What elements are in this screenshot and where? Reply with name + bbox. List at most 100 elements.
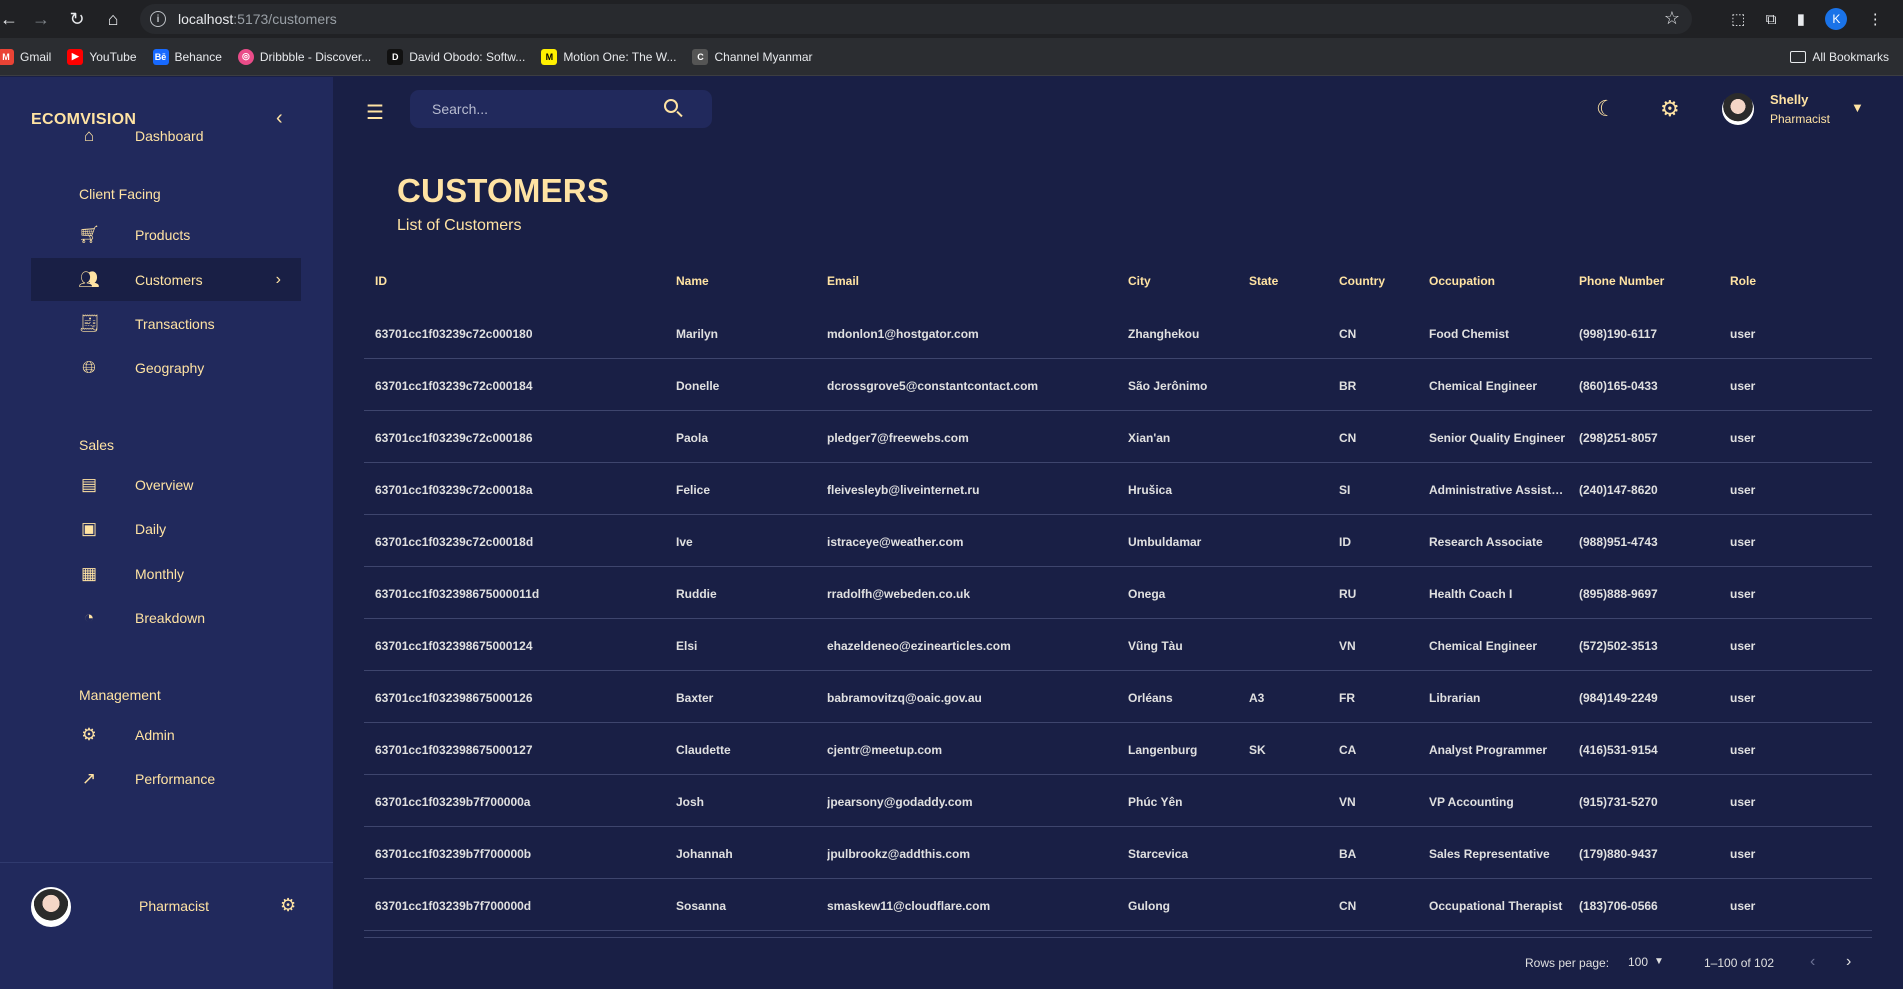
cell-email: jpulbrookz@addthis.com	[827, 847, 971, 861]
table-row[interactable]: 63701cc1f032398675000126 Baxter babramovit…	[364, 671, 1872, 723]
cell-country: BA	[1339, 847, 1357, 861]
back-arrow-icon[interactable]: ←	[0, 2, 26, 36]
arrow-drop-down-icon[interactable]: ▼	[1654, 956, 1664, 967]
puzzle-icon[interactable]: ⧉	[1766, 11, 1777, 28]
previous-page-icon[interactable]: ‹	[1810, 953, 1815, 971]
arrow-drop-down-icon[interactable]: ▼	[1851, 100, 1864, 115]
column-header-country[interactable]: Country	[1339, 274, 1419, 288]
profile-avatar[interactable]: K	[1825, 8, 1848, 30]
table-row[interactable]: 63701cc1f03239b7f700000b Johannah jpulbroo…	[364, 827, 1872, 879]
sidebar-item-label: Overview	[135, 476, 194, 493]
bookmark-star-icon[interactable]: ☆	[1664, 8, 1680, 29]
table-row[interactable]: 63701cc1f032398675000127 Claudette cjentr@…	[364, 723, 1872, 775]
cell-role: user	[1730, 483, 1756, 497]
bookmark-motion-one[interactable]: M Motion One: The W...	[541, 48, 676, 65]
sidebar-item-customers[interactable]: 👥︎ Customers ›	[31, 258, 301, 301]
sidebar-item-overview[interactable]: ▤ Overview	[31, 463, 301, 506]
sidebar-item-transactions[interactable]: 🧾︎ Transactions	[31, 302, 301, 345]
sidebar-item-breakdown[interactable]: ◔ Breakdown	[31, 596, 301, 639]
sidebar-item-dashboard[interactable]: ⌂ Dashboard	[31, 114, 301, 157]
search-icon[interactable]	[664, 99, 678, 113]
table-row[interactable]: 63701cc1f03239b7f700000d Sosanna smaskew11…	[364, 879, 1872, 931]
column-header-id[interactable]: ID	[375, 274, 665, 288]
sidebar-item-label: Geography	[135, 359, 205, 376]
cell-city: Onega	[1128, 587, 1166, 601]
cell-role: user	[1730, 691, 1756, 705]
cell-email: jpearsony@godaddy.com	[827, 795, 973, 809]
cell-name: Claudette	[676, 743, 731, 757]
sidebar-item-performance[interactable]: ↗ Performance	[31, 757, 301, 800]
table-row[interactable]: 63701cc1f03239c72c000184 Donelle dcrossgro…	[364, 359, 1872, 411]
cell-country: CN	[1339, 899, 1357, 913]
all-bookmarks[interactable]: All Bookmarks	[1790, 50, 1889, 64]
table-footer: Rows per page: 100 ▼ 1–100 of 102 ‹ ›	[364, 937, 1872, 989]
cell-occupation: Research Associate	[1429, 535, 1543, 549]
cell-name: Paola	[676, 431, 709, 445]
next-page-icon[interactable]: ›	[1846, 953, 1851, 971]
rows-per-page-select[interactable]: 100	[1628, 955, 1648, 969]
extension-icon[interactable]: ⬚	[1731, 10, 1745, 28]
home-icon[interactable]: ⌂	[96, 2, 130, 36]
cell-email: rradolfh@webeden.co.uk	[827, 587, 971, 601]
sidebar-item-admin[interactable]: ⚙︎ Admin	[31, 713, 301, 756]
column-header-phone[interactable]: Phone Number	[1579, 274, 1719, 288]
url-text[interactable]: localhost:5173/customers	[178, 11, 337, 27]
cell-id: 63701cc1f03239c72c00018a	[375, 483, 533, 497]
cell-country: CN	[1339, 327, 1357, 341]
cell-id: 63701cc1f032398675000126	[375, 691, 533, 705]
bookmark-behance[interactable]: Bē Behance	[152, 48, 222, 65]
user-name[interactable]: Shelly	[1770, 92, 1808, 107]
side-panel-icon[interactable]: ▮	[1797, 10, 1805, 28]
reload-icon[interactable]: ↻	[60, 2, 94, 36]
cell-role: user	[1730, 743, 1756, 757]
menu-icon[interactable]: ☰	[366, 100, 384, 125]
table-header-row: ID Name Email City State Country Occupat…	[364, 255, 1872, 307]
table-row[interactable]: 63701cc1f03239c72c000180 Marilyn mdonlon1@…	[364, 307, 1872, 359]
bookmark-gmail[interactable]: M Gmail	[0, 48, 51, 65]
column-header-state[interactable]: State	[1249, 274, 1329, 288]
cell-email: dcrossgrove5@constantcontact.com	[827, 379, 1039, 393]
cell-country: VN	[1339, 639, 1356, 653]
gear-icon[interactable]: ⚙	[280, 895, 296, 916]
point-of-sale-icon: ▤	[80, 474, 98, 494]
bookmark-david-obodo[interactable]: D David Obodo: Softw...	[387, 48, 525, 65]
site-info-icon[interactable]: i	[150, 11, 166, 27]
settings-gear-icon[interactable]: ⚙	[1660, 96, 1680, 122]
table-row[interactable]: 63701cc1f03239c72c00018d Ive istraceye@wea…	[364, 515, 1872, 567]
sidebar-item-daily[interactable]: ▣ Daily	[31, 507, 301, 550]
forward-arrow-icon[interactable]: →	[24, 2, 58, 36]
more-vert-icon[interactable]: ⋮	[1868, 10, 1883, 28]
sidebar-item-monthly[interactable]: ▦ Monthly	[31, 552, 301, 595]
cell-role: user	[1730, 639, 1756, 653]
table-row[interactable]: 63701cc1f032398675000011d Ruddie rradolfh@…	[364, 567, 1872, 619]
sidebar-item-label: Dashboard	[135, 127, 204, 144]
customers-table: ID Name Email City State Country Occupat…	[364, 255, 1872, 931]
bookmark-dribbble[interactable]: ◎ Dribbble - Discover...	[237, 48, 371, 65]
column-header-name[interactable]: Name	[676, 274, 816, 288]
search-input[interactable]	[432, 101, 642, 117]
avatar[interactable]	[1722, 93, 1754, 125]
cell-email: ehazeldeneo@ezinearticles.com	[827, 639, 1011, 653]
cell-occupation: Analyst Programmer	[1429, 743, 1548, 757]
table-row[interactable]: 63701cc1f03239b7f700000a Josh jpearsony@go…	[364, 775, 1872, 827]
cell-country: BR	[1339, 379, 1357, 393]
rows-per-page-label: Rows per page:	[1525, 956, 1610, 970]
cell-email: babramovitzq@oaic.gov.au	[827, 691, 982, 705]
cell-city: Hrušica	[1128, 483, 1173, 497]
column-header-role[interactable]: Role	[1730, 274, 1810, 288]
table-row[interactable]: 63701cc1f03239c72c00018a Felice fleivesley…	[364, 463, 1872, 515]
column-header-city[interactable]: City	[1128, 274, 1238, 288]
bookmark-channel-myanmar[interactable]: C Channel Myanmar	[692, 48, 813, 65]
cell-name: Baxter	[676, 691, 714, 705]
address-bar[interactable]: i localhost:5173/customers ☆	[140, 4, 1692, 34]
sidebar-item-geography[interactable]: 🌐︎ Geography	[31, 346, 301, 389]
dark-mode-moon-icon[interactable]: ☾	[1596, 96, 1616, 122]
behance-icon: Bē	[152, 48, 169, 65]
table-row[interactable]: 63701cc1f032398675000124 Elsi ehazeldeneo@…	[364, 619, 1872, 671]
sidebar-item-products[interactable]: 🛒︎ Products	[31, 213, 301, 256]
column-header-email[interactable]: Email	[827, 274, 1117, 288]
bookmark-youtube[interactable]: ▶ YouTube	[67, 48, 137, 65]
table-row[interactable]: 63701cc1f03239c72c000186 Paola pledger7@fr…	[364, 411, 1872, 463]
column-header-occupation[interactable]: Occupation	[1429, 274, 1569, 288]
cell-city: Xian'an	[1128, 431, 1171, 445]
